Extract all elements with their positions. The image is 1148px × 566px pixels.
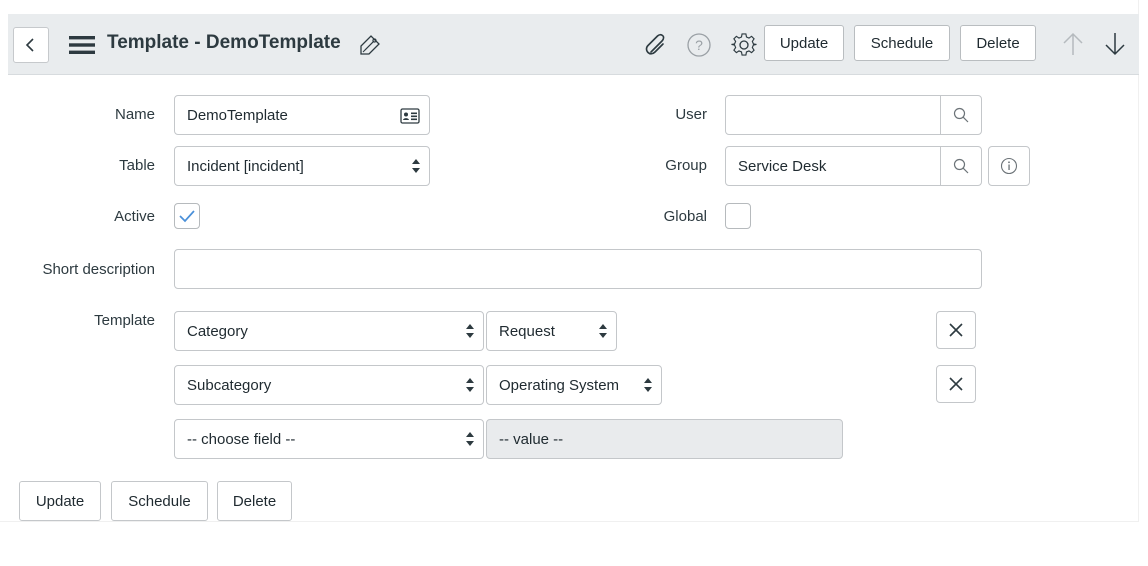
table-value: Incident [incident] [187, 157, 304, 175]
template-field-value: Category [187, 322, 248, 340]
search-icon [953, 158, 969, 174]
back-button[interactable] [13, 27, 49, 63]
select-arrows-icon [412, 159, 420, 173]
select-arrows-icon [466, 378, 474, 392]
select-arrows-icon [466, 432, 474, 446]
help-icon[interactable]: ? [685, 31, 713, 59]
arrow-down-icon[interactable] [1100, 29, 1130, 59]
footer-update-button[interactable]: Update [19, 481, 101, 521]
name-field[interactable]: DemoTemplate [174, 95, 430, 135]
checkmark-icon [179, 210, 195, 223]
short-description-input[interactable] [174, 249, 982, 289]
value-input-disabled: -- value -- [486, 419, 843, 459]
user-label: User [675, 106, 707, 123]
select-arrows-icon [644, 378, 652, 392]
name-value: DemoTemplate [187, 106, 288, 124]
contact-card-icon[interactable] [400, 108, 420, 124]
page-title: Template - DemoTemplate [107, 32, 341, 53]
template-label: Template [94, 312, 155, 329]
hamburger-menu-icon[interactable] [66, 31, 98, 59]
remove-row-button[interactable] [936, 311, 976, 349]
name-label: Name [114, 106, 155, 123]
group-value: Service Desk [738, 157, 827, 175]
footer-delete-button[interactable]: Delete [217, 481, 292, 521]
global-label: Global [663, 208, 707, 225]
remove-row-button[interactable] [936, 365, 976, 403]
choose-field-value: -- choose field -- [187, 430, 296, 448]
group-info-button[interactable] [988, 146, 1030, 186]
table-select[interactable]: Incident [incident] [174, 146, 430, 186]
user-lookup-button[interactable] [940, 95, 982, 135]
choose-field-select[interactable]: -- choose field -- [174, 419, 484, 459]
info-icon [1000, 157, 1018, 175]
header-delete-button[interactable]: Delete [960, 25, 1036, 61]
paperclip-icon[interactable] [642, 31, 670, 59]
active-checkbox[interactable] [174, 203, 200, 229]
form-header: Template - DemoTemplate ? Update Schedul… [8, 14, 1139, 75]
group-label: Group [665, 157, 707, 174]
select-arrows-icon [599, 324, 607, 338]
close-icon [949, 377, 963, 391]
group-lookup-button[interactable] [940, 146, 982, 186]
group-input[interactable]: Service Desk [725, 146, 941, 186]
template-field-select[interactable]: Category [174, 311, 484, 351]
short-description-label: Short description [42, 261, 155, 278]
header-update-button[interactable]: Update [764, 25, 844, 61]
value-placeholder: -- value -- [499, 430, 564, 448]
svg-text:?: ? [695, 37, 703, 53]
search-icon [953, 107, 969, 123]
table-label: Table [119, 157, 155, 174]
select-arrows-icon [466, 324, 474, 338]
global-checkbox[interactable] [725, 203, 751, 229]
tag-icon[interactable] [356, 31, 384, 59]
template-field-select[interactable]: Subcategory [174, 365, 484, 405]
header-schedule-button[interactable]: Schedule [854, 25, 950, 61]
template-field-value: Subcategory [187, 376, 272, 394]
close-icon [949, 323, 963, 337]
arrow-up-icon[interactable] [1058, 29, 1088, 59]
template-value-value: Operating System [499, 376, 620, 394]
template-value-select[interactable]: Operating System [486, 365, 662, 405]
chevron-left-icon [25, 38, 34, 52]
user-input[interactable] [725, 95, 941, 135]
template-value-select[interactable]: Request [486, 311, 617, 351]
footer-schedule-button[interactable]: Schedule [111, 481, 208, 521]
template-value-value: Request [499, 322, 555, 340]
active-label: Active [114, 208, 155, 225]
gear-icon[interactable] [729, 30, 759, 60]
